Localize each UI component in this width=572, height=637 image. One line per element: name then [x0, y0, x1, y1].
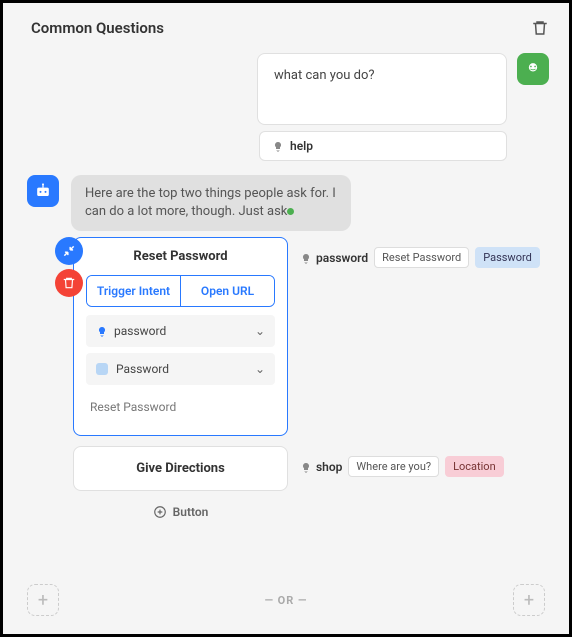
- bot-avatar: [27, 175, 59, 207]
- delete-icon[interactable]: [531, 19, 549, 37]
- card-give-directions[interactable]: Give Directions: [73, 446, 288, 491]
- page-title: Common Questions: [31, 19, 164, 37]
- add-button[interactable]: Button: [73, 501, 288, 529]
- chevron-down-icon: ⌄: [255, 324, 265, 338]
- or-label: — OR —: [265, 594, 308, 607]
- tab-open-url[interactable]: Open URL: [180, 276, 274, 306]
- intent-label: password: [114, 324, 166, 338]
- add-button-label: Button: [173, 505, 209, 519]
- user-message-row: what can you do?: [3, 45, 569, 125]
- add-variant-right[interactable]: +: [513, 584, 545, 616]
- cards-area: Reset Password Trigger Intent Open URL p…: [3, 231, 569, 529]
- help-pill[interactable]: help: [259, 131, 507, 161]
- bot-message[interactable]: Here are the top two things people ask f…: [71, 175, 351, 231]
- annotation-password: password Reset Password Password: [300, 237, 540, 268]
- tab-trigger-intent[interactable]: Trigger Intent: [87, 276, 180, 306]
- bulb-icon: [96, 326, 106, 336]
- user-avatar: [517, 53, 549, 85]
- annot-chip-entity[interactable]: Password: [475, 247, 540, 268]
- entity-field[interactable]: Password ⌄: [86, 353, 275, 385]
- bot-message-text: Here are the top two things people ask f…: [85, 186, 336, 219]
- entity-icon: [96, 363, 108, 375]
- bulb-icon: [300, 253, 310, 263]
- bulb-icon: [300, 462, 310, 472]
- entity-label: Password: [116, 362, 169, 376]
- collapse-button[interactable]: [55, 237, 83, 265]
- annot-label: shop: [316, 460, 342, 474]
- header: Common Questions: [3, 3, 569, 45]
- card-title: Reset Password: [74, 238, 287, 275]
- card-title: Give Directions: [74, 447, 287, 490]
- bot-message-row: Here are the top two things people ask f…: [3, 161, 569, 231]
- intent-field[interactable]: password ⌄: [86, 315, 275, 347]
- phrase-field[interactable]: Reset Password: [86, 391, 275, 423]
- add-variant-left[interactable]: +: [27, 584, 59, 616]
- help-row: help: [3, 125, 569, 161]
- card-reset-password[interactable]: Reset Password Trigger Intent Open URL p…: [73, 237, 288, 436]
- annotation-shop: shop Where are you? Location: [300, 446, 504, 477]
- phrase-label: Reset Password: [90, 400, 176, 414]
- user-message[interactable]: what can you do?: [257, 53, 507, 125]
- card-float-actions: [55, 237, 83, 297]
- bulb-icon: [272, 141, 282, 151]
- annot-chip[interactable]: Reset Password: [374, 247, 469, 268]
- annot-label: password: [316, 251, 368, 265]
- annot-chip-entity[interactable]: Location: [445, 456, 504, 477]
- or-row: + — OR — +: [3, 584, 569, 616]
- delete-card-button[interactable]: [55, 269, 83, 297]
- tab-row: Trigger Intent Open URL: [86, 275, 275, 307]
- help-label: help: [290, 139, 313, 153]
- typing-dot-icon: [287, 208, 294, 215]
- page-container: Common Questions what can you do? h: [0, 0, 572, 637]
- annot-chip[interactable]: Where are you?: [348, 456, 439, 477]
- chevron-down-icon: ⌄: [255, 362, 265, 376]
